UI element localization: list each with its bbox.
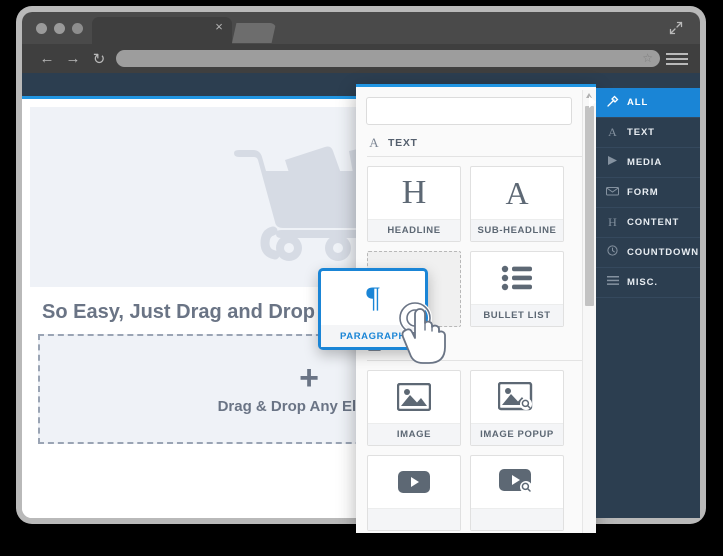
- hamburger-icon: [606, 276, 619, 289]
- group-label: TEXT: [388, 137, 418, 149]
- tile-grid-media: IMAGE IMAGE POPUP: [367, 370, 584, 531]
- sub-headline-icon: A: [471, 167, 563, 219]
- menu-item-misc[interactable]: MISC.: [596, 268, 700, 298]
- video-popup-icon: [471, 456, 563, 508]
- menu-item-label: CONTENT: [627, 217, 680, 228]
- menu-item-label: MISC.: [627, 277, 658, 288]
- browser-title-bar: ×: [22, 12, 700, 44]
- serif-h-icon: H: [608, 215, 617, 229]
- search-input[interactable]: [366, 97, 572, 125]
- video-icon: [368, 456, 460, 508]
- pilcrow-glyph: ¶: [366, 281, 380, 314]
- element-tile-video[interactable]: [367, 455, 461, 531]
- play-triangle-icon: [606, 155, 619, 170]
- image-placeholder-icon: [368, 371, 460, 423]
- menu-item-label: FORM: [627, 187, 659, 198]
- headline-glyph: H: [401, 174, 427, 211]
- menu-item-label: COUNTDOWN: [627, 247, 699, 258]
- sub-headline-glyph: A: [505, 174, 529, 211]
- element-tile-image-popup[interactable]: IMAGE POPUP: [470, 370, 564, 446]
- tile-label: SUB-HEADLINE: [471, 219, 563, 241]
- browser-menu-icon[interactable]: [666, 52, 688, 65]
- panel-scrollbar[interactable]: [582, 90, 596, 533]
- window-minimize-button[interactable]: [54, 23, 65, 34]
- menu-item-text[interactable]: A TEXT: [596, 118, 700, 148]
- element-tile-sub-headline[interactable]: A SUB-HEADLINE: [470, 166, 564, 242]
- element-tile-image[interactable]: IMAGE: [367, 370, 461, 446]
- element-tile-video-popup[interactable]: [470, 455, 564, 531]
- menu-item-label: MEDIA: [627, 157, 663, 168]
- tile-label: [368, 508, 460, 530]
- browser-toolbar: ← → ↻ ☆: [22, 44, 700, 73]
- tile-label: IMAGE POPUP: [471, 423, 563, 445]
- bullet-list-icon: [471, 252, 563, 304]
- expand-icon[interactable]: [668, 20, 684, 36]
- menu-item-all[interactable]: ALL: [589, 88, 700, 118]
- browser-tab-active[interactable]: [92, 17, 232, 44]
- envelope-icon: [606, 186, 619, 200]
- element-tile-headline[interactable]: H HEADLINE: [367, 166, 461, 242]
- menu-item-label: ALL: [627, 97, 649, 108]
- tile-label: IMAGE: [368, 423, 460, 445]
- window-maximize-button[interactable]: [72, 23, 83, 34]
- back-icon[interactable]: ←: [34, 50, 60, 67]
- tile-label: HEADLINE: [368, 219, 460, 241]
- scrollbar-thumb[interactable]: [585, 106, 594, 306]
- bookmark-star-icon[interactable]: ☆: [642, 51, 653, 66]
- menu-item-media[interactable]: MEDIA: [596, 148, 700, 178]
- magic-wand-icon: [606, 95, 619, 111]
- menu-item-form[interactable]: FORM: [596, 178, 700, 208]
- menu-item-content[interactable]: H CONTENT: [596, 208, 700, 238]
- element-tile-bullet-list[interactable]: BULLET LIST: [470, 251, 564, 327]
- category-menu: ALL A TEXT MEDIA FORM H CONTENT COUNTDOW…: [589, 88, 700, 518]
- forward-icon[interactable]: →: [60, 50, 86, 67]
- menu-item-label: TEXT: [627, 127, 655, 138]
- tile-label: BULLET LIST: [471, 304, 563, 326]
- reload-icon[interactable]: ↻: [86, 50, 112, 68]
- group-header-text: A TEXT: [367, 136, 584, 157]
- serif-a-icon: A: [608, 125, 617, 139]
- active-pointer-icon: [589, 96, 596, 108]
- new-tab-button[interactable]: [232, 23, 276, 43]
- tab-close-icon[interactable]: ×: [212, 20, 226, 34]
- plus-icon: +: [299, 358, 319, 397]
- headline-icon: H: [368, 167, 460, 219]
- window-close-button[interactable]: [36, 23, 47, 34]
- serif-a-icon: A: [369, 135, 379, 150]
- address-bar[interactable]: ☆: [116, 50, 660, 67]
- menu-item-countdown[interactable]: COUNTDOWN: [596, 238, 700, 268]
- image-popup-icon: [471, 371, 563, 423]
- hand-cursor-icon: [398, 301, 446, 364]
- clock-icon: [606, 245, 619, 260]
- tile-label: [471, 508, 563, 530]
